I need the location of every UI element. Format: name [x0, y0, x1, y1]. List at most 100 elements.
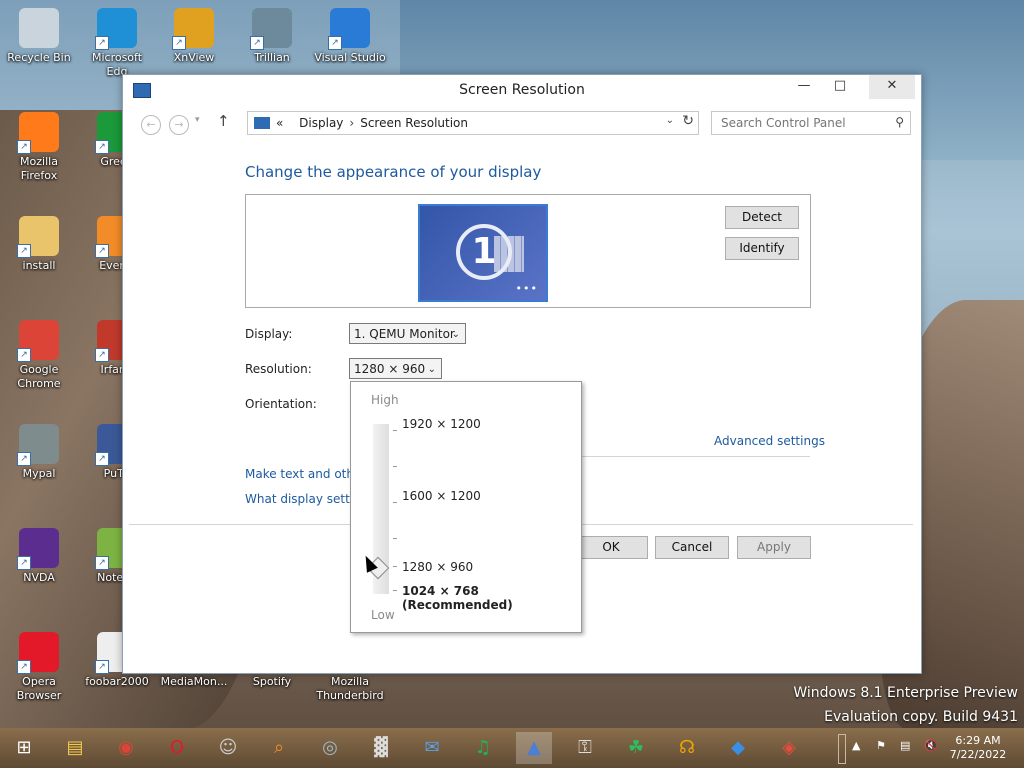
monitor-1-preview[interactable]: 1 ••• [418, 204, 548, 302]
taskbar-spotify-icon[interactable]: ♫ [465, 732, 501, 764]
breadcrumb-prefix[interactable]: « [276, 116, 283, 130]
display-preview-panel: 1 ••• Detect Identify [245, 194, 811, 308]
forward-arrow-icon[interactable]: → [169, 115, 189, 135]
identify-button[interactable]: Identify [725, 237, 799, 260]
address-bar[interactable]: « . Display › Screen Resolution ⌄ ↻ [247, 111, 699, 135]
desktop-icon-label: NVDA [23, 571, 55, 584]
display-label: Display: [245, 327, 293, 341]
desktop-icon[interactable]: ↗ NVDA [3, 528, 75, 585]
desktop-icon-label: Opera Browser [16, 675, 62, 702]
desktop-icon-label: Mypal [22, 467, 56, 480]
desktop-icon-label: foobar2000 [85, 675, 149, 688]
ok-button[interactable]: OK [574, 536, 648, 559]
slider-tick [393, 430, 397, 431]
slider-tick [393, 466, 397, 467]
breadcrumb-screen-resolution[interactable]: Screen Resolution [360, 116, 468, 130]
taskbar-mypal-icon[interactable]: ☺ [210, 732, 246, 764]
apply-button[interactable]: Apply [737, 536, 811, 559]
desktop-icon-label: Visual Studio [314, 51, 386, 64]
desktop-icon[interactable]: ↗ Microsoft Edg [81, 8, 153, 79]
desktop-icon-label: MediaMon... [160, 675, 228, 688]
search-icon[interactable]: ⚲ [895, 115, 904, 129]
refresh-icon[interactable]: ↻ [682, 113, 694, 129]
desktop-icon[interactable]: ↗ Mozilla Firefox [3, 112, 75, 183]
recent-locations-chevron-icon[interactable]: ▾ [195, 115, 200, 125]
action-center-flag-icon[interactable]: ⚑ [876, 739, 886, 752]
desktop-icon[interactable]: ↗ Trillian [236, 8, 308, 65]
minimize-button[interactable]: — [787, 75, 821, 99]
desktop-icon[interactable]: ↗ Google Chrome [3, 320, 75, 391]
app-icon [19, 8, 59, 48]
resolution-option[interactable]: 1600 × 1200 [402, 489, 481, 503]
shortcut-arrow-icon: ↗ [95, 348, 109, 362]
taskbar: ⊞ ▤ ◉ O ☺ ⌕ ◎ ▓ ✉ ♫ ▲ ⚿ ☘ ☊ ◆ ◈ ▲ ⚑ ▤ 🔇 6:29 AM 7/22/20… [0, 728, 1024, 768]
taskbar-evernote-icon[interactable]: ☘ [618, 732, 654, 764]
resolution-select[interactable]: 1280 × 960 ⌄ [349, 358, 442, 379]
taskbar-keepass-icon[interactable]: ⚿ [567, 732, 603, 764]
taskbar-thunderbird-icon[interactable]: ✉ [414, 732, 450, 764]
app-icon: ↗ [17, 112, 59, 154]
taskbar-file-explorer-icon[interactable]: ▤ [57, 732, 93, 764]
shortcut-arrow-icon: ↗ [95, 36, 109, 50]
desktop-icon[interactable]: ↗ Visual Studio [314, 8, 386, 65]
search-input[interactable] [719, 115, 883, 131]
breadcrumb-display[interactable]: Display [299, 116, 343, 130]
desktop-icon-label: install [22, 259, 56, 272]
resolution-option-selected[interactable]: 1280 × 960 [402, 560, 473, 574]
taskbar-separator [838, 734, 846, 764]
desktop-icon-label: Google Chrome [17, 363, 61, 390]
text-size-link[interactable]: Make text and other [245, 467, 366, 481]
address-row: ← → ▾ ↑ « . Display › Screen Resolution … [133, 111, 911, 137]
app-icon: ↗ [17, 528, 59, 570]
page-heading: Change the appearance of your display [245, 163, 542, 181]
app-icon: ↗ [250, 8, 292, 50]
desktop-icon[interactable]: ↗ XnView [158, 8, 230, 65]
desktop-icon-label: Mozilla Firefox [20, 155, 58, 182]
search-box[interactable]: ⚲ [711, 111, 911, 135]
advanced-settings-link[interactable]: Advanced settings [714, 434, 825, 448]
close-button[interactable]: ✕ [869, 75, 915, 99]
detect-button[interactable]: Detect [725, 206, 799, 229]
up-arrow-icon[interactable]: ↑ [217, 112, 230, 130]
shortcut-arrow-icon: ↗ [17, 452, 31, 466]
taskbar-chrome-icon[interactable]: ◉ [108, 732, 144, 764]
desktop-icon-label: XnView [173, 51, 215, 64]
resolution-option[interactable]: 1920 × 1200 [402, 417, 481, 431]
title-bar[interactable]: Screen Resolution — □ ✕ [123, 75, 921, 105]
app-icon: ↗ [17, 320, 59, 362]
shortcut-arrow-icon: ↗ [328, 36, 342, 50]
shortcut-arrow-icon: ↗ [17, 140, 31, 154]
chevron-down-icon: ⌄ [451, 329, 460, 340]
taskbar-audacity-icon[interactable]: ☊ [669, 732, 705, 764]
taskbar-trillian-icon[interactable]: ◎ [312, 732, 348, 764]
app-icon: ↗ [17, 424, 59, 466]
display-select-value: 1. QEMU Monitor [354, 327, 455, 341]
desktop-icon[interactable]: Recycle Bin [3, 8, 75, 65]
address-dropdown-icon[interactable]: ⌄ [666, 115, 674, 126]
breadcrumb-separator-icon[interactable]: › [349, 116, 354, 130]
taskbar-everything-icon[interactable]: ⌕ [261, 732, 297, 764]
tray-overflow-chevron-icon[interactable]: ▲ [852, 739, 860, 752]
shortcut-arrow-icon: ↗ [95, 452, 109, 466]
clock[interactable]: 6:29 AM 7/22/2022 [948, 734, 1008, 762]
taskbar-resource-monitor-icon[interactable]: ▓ [363, 732, 399, 764]
maximize-button[interactable]: □ [823, 75, 857, 99]
back-arrow-icon[interactable]: ← [141, 115, 161, 135]
shortcut-arrow-icon: ↗ [17, 660, 31, 674]
volume-muted-icon[interactable]: 🔇 [924, 739, 938, 752]
network-icon[interactable]: ▤ [900, 739, 910, 752]
desktop-icon[interactable]: ↗ install [3, 216, 75, 273]
desktop-icon[interactable]: ↗ Mypal [3, 424, 75, 481]
taskbar-visual-studio-icon[interactable]: ◆ [720, 732, 756, 764]
taskbar-start-icon[interactable]: ⊞ [6, 732, 42, 764]
shortcut-arrow-icon: ↗ [17, 348, 31, 362]
resolution-option-recommended[interactable]: 1024 × 768 (Recommended) [402, 584, 581, 612]
taskbar-screen-resolution-icon[interactable]: ▲ [516, 732, 552, 764]
shortcut-arrow-icon: ↗ [17, 244, 31, 258]
taskbar-opera-icon[interactable]: O [159, 732, 195, 764]
cancel-button[interactable]: Cancel [655, 536, 729, 559]
desktop-icon[interactable]: ↗ Opera Browser [3, 632, 75, 703]
taskbar-app-store-icon[interactable]: ◈ [771, 732, 807, 764]
app-icon: ↗ [17, 216, 59, 258]
display-select[interactable]: 1. QEMU Monitor ⌄ [349, 323, 466, 344]
